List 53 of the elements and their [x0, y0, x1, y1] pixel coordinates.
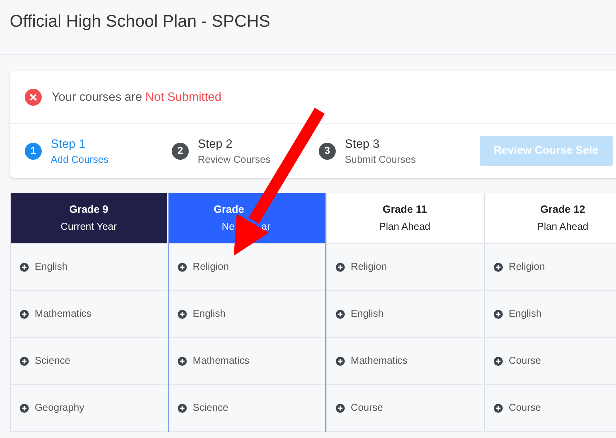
status-message: Your courses are Not Submitted [52, 90, 222, 104]
course-name: Science [193, 402, 229, 414]
course-name: English [351, 308, 384, 320]
step-title: Step 1 [51, 136, 87, 150]
add-icon[interactable] [178, 404, 187, 412]
course-name: Mathematics [351, 356, 408, 366]
grade-name: Grade [214, 204, 244, 216]
step-number: 3 [319, 142, 336, 160]
grade-name: Grade 12 [540, 204, 586, 216]
course-name: Religion [193, 262, 230, 272]
course-name: English [193, 308, 226, 320]
add-icon[interactable] [336, 310, 345, 318]
step-subtitle: Review Courses [198, 154, 271, 166]
add-icon[interactable] [20, 356, 29, 366]
course-name: Religion [351, 262, 388, 272]
add-icon[interactable] [336, 356, 345, 366]
grade-period: ar [262, 222, 271, 232]
add-icon[interactable] [178, 356, 187, 366]
course-name: Course [509, 402, 542, 414]
step-title: Step 2 [198, 136, 234, 150]
add-icon[interactable] [178, 262, 187, 272]
add-icon[interactable] [178, 310, 187, 318]
add-icon[interactable] [20, 310, 29, 318]
grade-period: Current Year [60, 222, 118, 232]
grade-period: Plan Ahead [537, 222, 589, 232]
step-subtitle: Add Courses [51, 154, 109, 166]
course-name: Science [35, 356, 71, 366]
course-name: English [35, 262, 68, 272]
error-icon [25, 88, 42, 106]
add-icon[interactable] [494, 262, 503, 272]
grade-period: Ne [222, 222, 235, 232]
add-icon[interactable] [494, 310, 503, 318]
add-icon[interactable] [494, 356, 503, 366]
step-subtitle: Submit Courses [345, 154, 416, 166]
step-number: 1 [25, 142, 42, 160]
course-name: Mathematics [35, 308, 92, 320]
course-name: Course [509, 356, 542, 366]
grade-name: Grade 9 [69, 204, 109, 216]
add-icon[interactable] [336, 404, 345, 412]
step-number: 2 [172, 142, 189, 160]
grade-name: Grade 11 [382, 204, 428, 216]
course-name: Religion [509, 262, 546, 272]
grade-period: Plan Ahead [379, 222, 431, 232]
course-name: English [509, 308, 542, 320]
step-title: Step 3 [345, 136, 381, 150]
add-icon[interactable] [20, 404, 29, 412]
course-name: Geography [35, 402, 84, 414]
add-icon[interactable] [336, 262, 345, 272]
course-name: Mathematics [193, 356, 250, 366]
course-name: Course [351, 402, 384, 414]
add-icon[interactable] [494, 404, 503, 412]
add-icon[interactable] [20, 262, 29, 272]
page-title: Official High School Plan - SPCHS [10, 11, 272, 33]
